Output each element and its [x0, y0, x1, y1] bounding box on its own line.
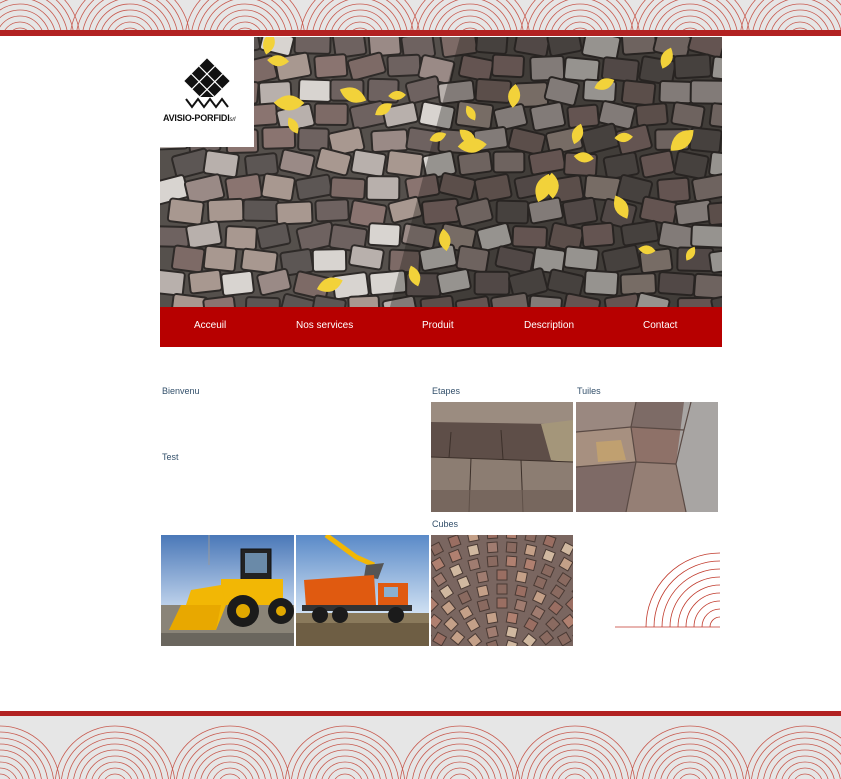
welcome-heading: Bienvenu: [162, 386, 200, 396]
decorative-arc-ornament: [615, 552, 720, 628]
nav-nos-services[interactable]: Nos services: [296, 320, 353, 331]
gallery-image-loader[interactable]: [161, 535, 294, 646]
gallery-image-truck[interactable]: [296, 535, 429, 646]
nav-produit[interactable]: Produit: [422, 320, 454, 331]
gallery-image-cubes[interactable]: [431, 535, 573, 646]
test-text: Test: [162, 452, 179, 462]
main-nav: Acceuil Nos services Produit Description…: [160, 307, 722, 347]
nav-contact[interactable]: Contact: [643, 320, 677, 331]
arc-pattern-top: [0, 0, 841, 36]
top-decorative-band: [0, 0, 841, 36]
bottom-decorative-band: [0, 711, 841, 779]
nav-description[interactable]: Description: [524, 320, 574, 331]
logo-emblem-icon: [183, 58, 231, 109]
gallery-image-tuiles[interactable]: [576, 402, 718, 512]
gallery-label-etapes[interactable]: Etapes: [432, 386, 460, 396]
arc-pattern-bottom: [0, 711, 841, 779]
gallery-image-etapes[interactable]: [431, 402, 573, 512]
gallery-label-cubes[interactable]: Cubes: [432, 519, 458, 529]
logo-name: AVISIO-PORFIDI: [163, 113, 230, 123]
logo-text: AVISIO-PORFIDIsrl: [163, 113, 253, 123]
gallery-label-tuiles[interactable]: Tuiles: [577, 386, 601, 396]
nav-acceuil[interactable]: Acceuil: [194, 320, 226, 331]
logo[interactable]: AVISIO-PORFIDIsrl: [160, 37, 254, 147]
hero-image: AVISIO-PORFIDIsrl: [160, 37, 722, 307]
logo-suffix: srl: [229, 117, 236, 123]
